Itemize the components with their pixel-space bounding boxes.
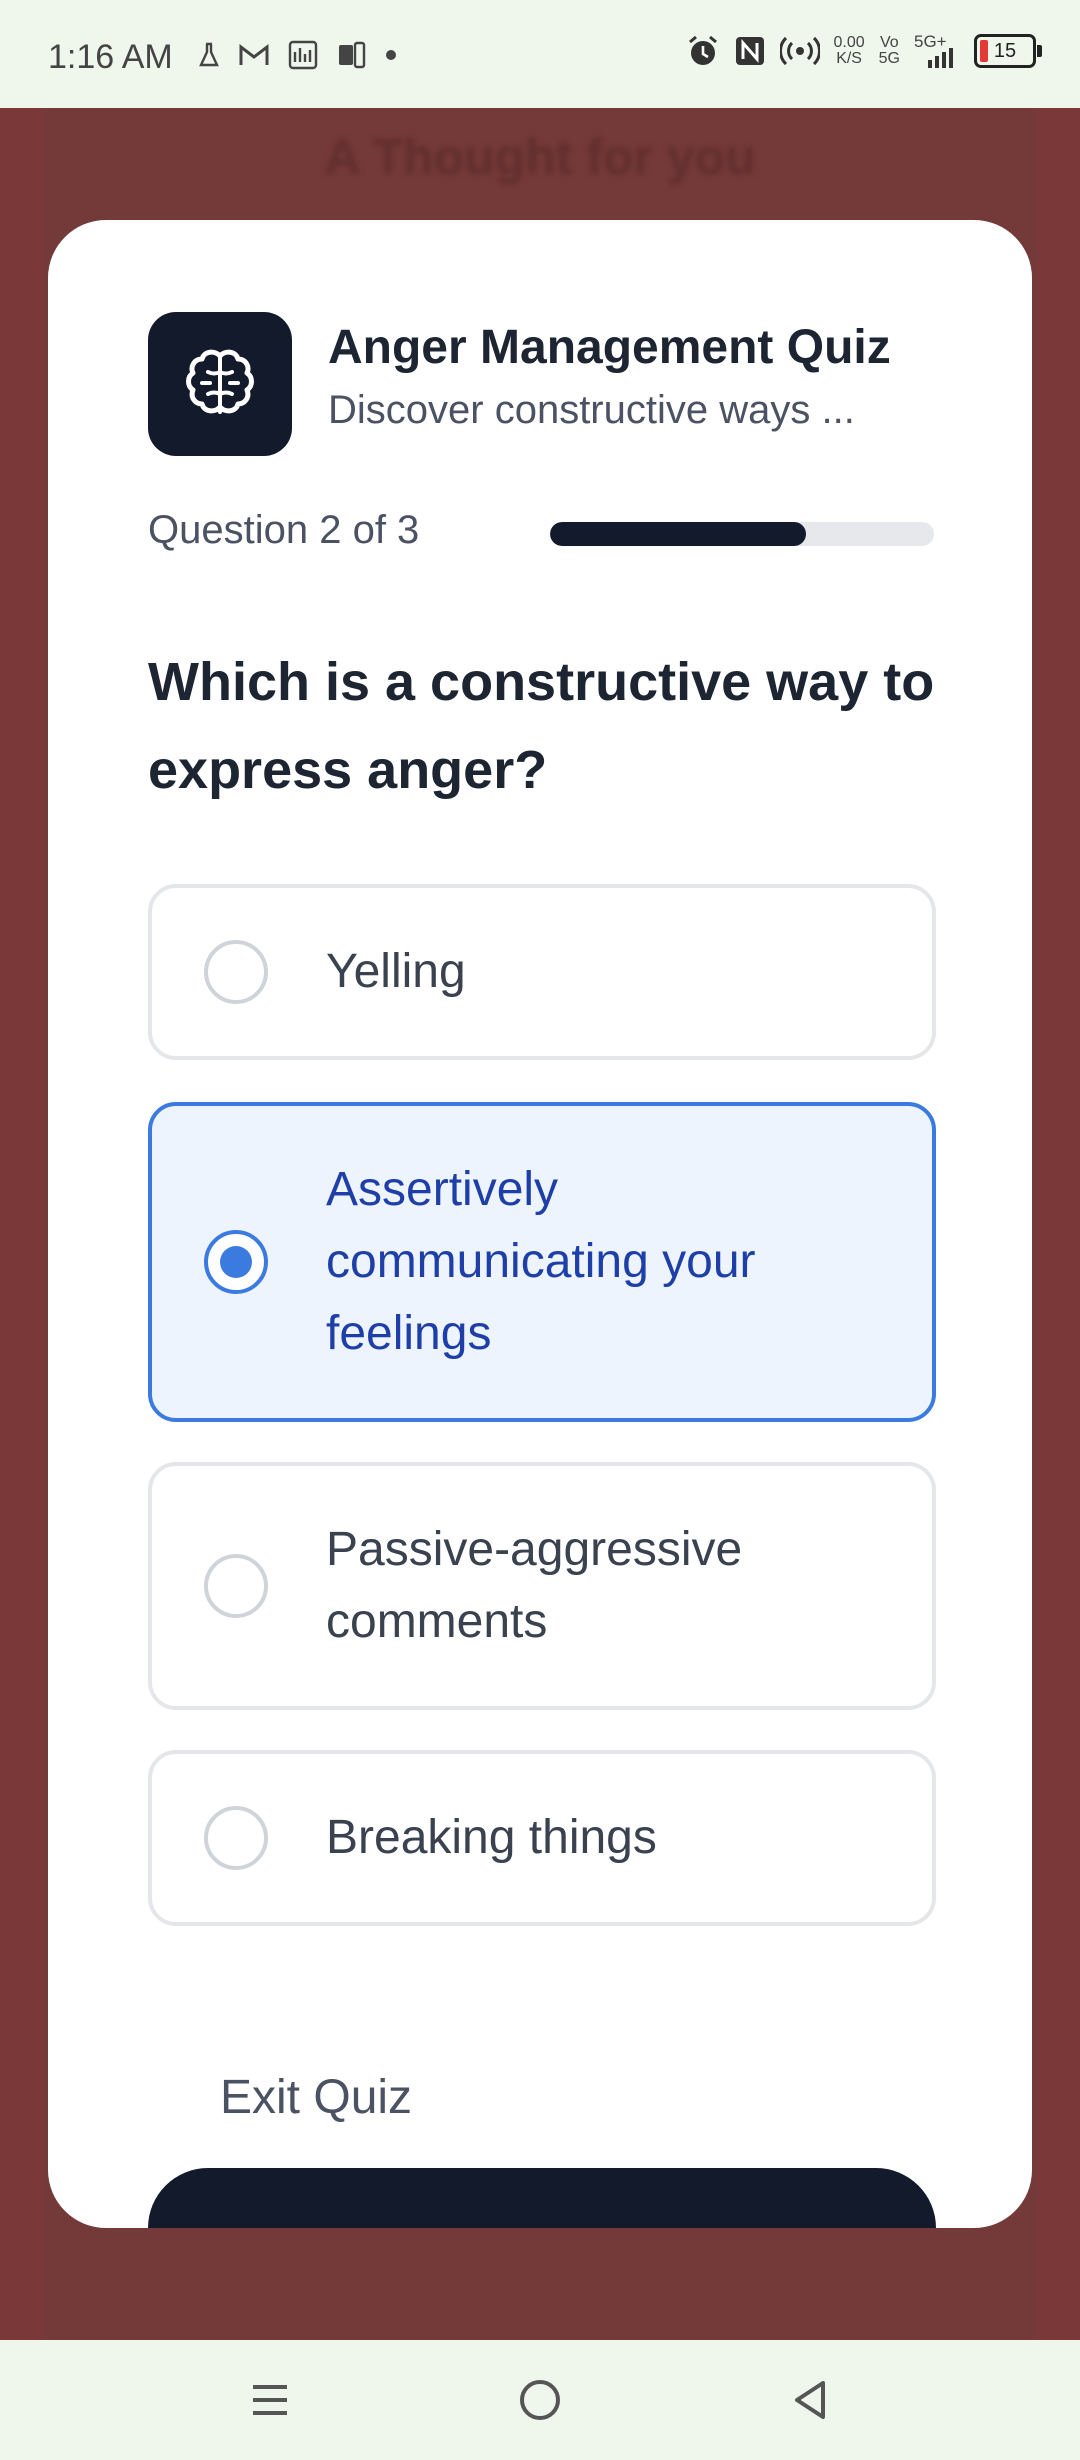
flask-icon <box>199 42 219 67</box>
system-status-icons: 0.00 K/S Vo 5G 5G+ 15 <box>686 33 1042 68</box>
option-passive-aggressive[interactable]: Passive-aggressive comments <box>148 1462 936 1710</box>
brain-icon <box>148 312 292 456</box>
status-time: 1:16 AM <box>48 38 173 76</box>
option-label: Breaking things <box>326 1811 657 1864</box>
radio-dot <box>220 1246 252 1278</box>
quiz-subtitle: Discover constructive ways ... <box>328 388 855 432</box>
chart-icon <box>288 40 318 70</box>
hotspot-icon <box>779 36 820 66</box>
home-icon[interactable] <box>508 2368 572 2432</box>
quiz-header: Anger Management Quiz Discover construct… <box>148 312 948 458</box>
progress-label: Question 2 of 3 <box>148 508 420 552</box>
menu-icon[interactable] <box>238 2368 302 2432</box>
phone-link-icon <box>339 41 366 69</box>
option-assertive[interactable]: Assertively communicating your feelings <box>148 1102 936 1422</box>
radio-button[interactable] <box>204 1806 268 1870</box>
exit-quiz-button[interactable]: Exit Quiz <box>220 2070 412 2125</box>
option-breaking-things[interactable]: Breaking things <box>148 1750 936 1926</box>
quiz-modal: Anger Management Quiz Discover construct… <box>48 220 1032 2228</box>
gmail-icon <box>239 43 269 65</box>
volte-bottom: 5G <box>878 50 900 67</box>
battery-icon: 15 <box>974 34 1042 68</box>
volte-indicator: Vo 5G <box>879 35 900 67</box>
net-speed-value: 0.00 <box>833 34 865 51</box>
navigation-bar <box>0 2340 1080 2460</box>
progress-fill <box>550 522 807 546</box>
next-button[interactable] <box>148 2168 936 2228</box>
radio-button-selected[interactable] <box>204 1230 268 1294</box>
background-title: A Thought for you <box>324 129 756 185</box>
option-label: Passive-aggressive comments <box>326 1523 743 1648</box>
notification-icons <box>198 40 398 70</box>
option-label: Yelling <box>326 945 466 998</box>
quiz-title: Anger Management Quiz <box>328 321 891 374</box>
progress-bar <box>550 522 934 546</box>
nfc-icon <box>735 37 764 65</box>
net-speed-unit: K/S <box>836 50 862 67</box>
alarm-icon <box>688 35 717 65</box>
net-speed: 0.00 K/S <box>834 35 865 67</box>
status-bar: 1:16 AM 0.00 K/S Vo 5G 5G+ 15 <box>0 0 1080 108</box>
battery-level: 15 <box>993 39 1017 62</box>
option-label: Assertively communicating your feelings <box>326 1163 756 1360</box>
radio-button[interactable] <box>204 1554 268 1618</box>
radio-button[interactable] <box>204 940 268 1004</box>
signal-icon: 5G+ <box>914 33 960 68</box>
volte-top: Vo <box>879 34 899 51</box>
back-icon[interactable] <box>778 2368 842 2432</box>
option-yelling[interactable]: Yelling <box>148 884 936 1060</box>
question-text: Which is a constructive way to express a… <box>148 652 935 800</box>
dot-icon <box>386 50 396 60</box>
